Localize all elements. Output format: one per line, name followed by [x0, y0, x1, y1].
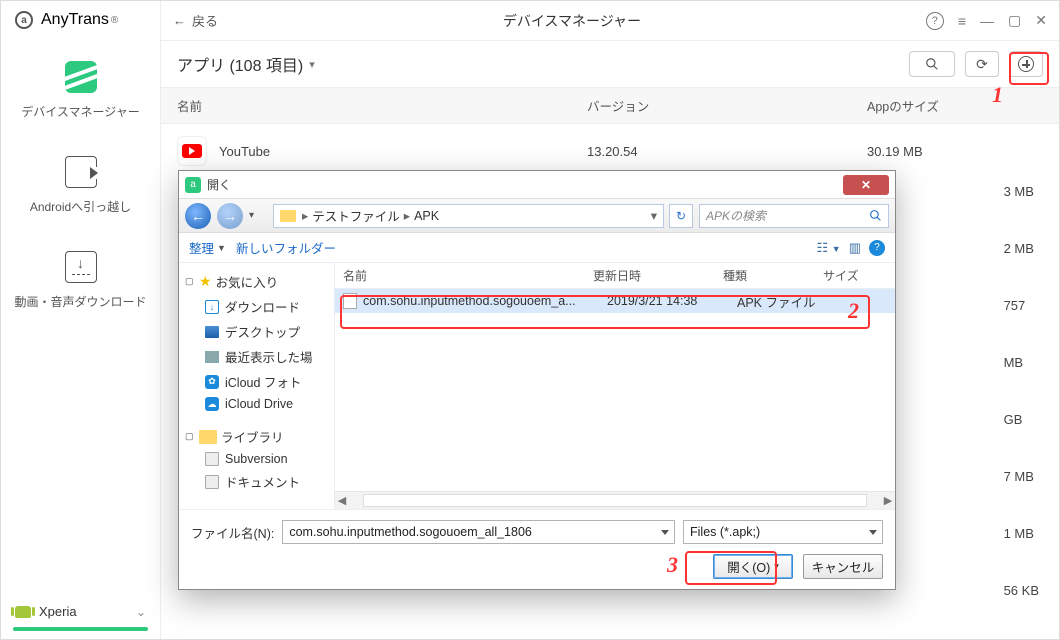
tree-item[interactable]: デスクトップ [183, 319, 330, 344]
add-button[interactable] [1009, 51, 1043, 77]
col-type[interactable]: 種類 [723, 267, 823, 284]
dialog-toolbar: 整理▼ 新しいフォルダー ☷ ▼ ▥ ? [179, 233, 895, 263]
dialog-app-icon: a [185, 177, 201, 193]
device-manager-icon [65, 61, 97, 93]
sidebar-item-android-migration[interactable]: Androidへ引っ越し [1, 134, 160, 229]
new-folder-button[interactable]: 新しいフォルダー [236, 238, 336, 257]
refresh-button[interactable]: ⟳ [965, 51, 999, 77]
cancel-button[interactable]: キャンセル [803, 554, 883, 579]
col-name[interactable]: 名前 [343, 267, 593, 284]
horizontal-scrollbar[interactable]: ◀▶ [335, 491, 895, 509]
app-version-cell: 13.20.54 [587, 144, 867, 159]
plus-circle-icon [1018, 56, 1034, 72]
search-button[interactable] [909, 51, 955, 77]
breadcrumb[interactable]: ▸ テストファイル ▸ APK ▾ [273, 204, 664, 228]
dialog-nav-bar: ← → ▾ ▸ テストファイル ▸ APK ▾ ↻ APKの検索 [179, 199, 895, 233]
page-title: デバイスマネージャー [218, 11, 926, 31]
back-arrow-icon: ← [173, 13, 186, 28]
help-icon[interactable]: ? [926, 12, 944, 30]
search-icon [925, 57, 939, 71]
dialog-footer: ファイル名(N): com.sohu.inputmethod.sogouoem_… [179, 509, 895, 589]
tree-favorites[interactable]: ▢★お気に入り [183, 269, 330, 294]
obscured-sizes: 3 MB 2 MB 757 MB GB 7 MB 1 MB 56 KB [1004, 184, 1039, 598]
column-headers: 名前 バージョン Appのサイズ [161, 87, 1059, 124]
filename-label: ファイル名(N): [191, 523, 274, 542]
app-brand: a AnyTrans® [1, 1, 160, 39]
folder-icon [280, 210, 296, 222]
star-icon: ★ [199, 273, 212, 290]
file-date-cell: 2019/3/21 14:38 [607, 294, 737, 308]
tree-item[interactable]: ✿iCloud フォト [183, 369, 330, 394]
dialog-title: 開く [207, 176, 231, 193]
close-icon[interactable]: ✕ [1035, 12, 1047, 29]
open-file-dialog: a 開く ✕ ← → ▾ ▸ テストファイル ▸ APK ▾ ↻ APKの検索 … [178, 170, 896, 590]
view-options-button[interactable]: ☷ ▼ [817, 240, 841, 256]
file-list-pane: 名前 更新日時 種類 サイズ com.sohu.inputmethod.sogo… [335, 263, 895, 509]
refresh-icon: ⟳ [976, 56, 988, 73]
search-icon [869, 209, 882, 222]
col-size[interactable]: サイズ [823, 267, 887, 284]
sidebar: a AnyTrans® デバイスマネージャー Androidへ引っ越し 動画・音… [1, 1, 161, 639]
app-size-cell: 30.19 MB [867, 144, 1043, 159]
nav-history-dropdown[interactable]: ▾ [249, 210, 263, 221]
file-icon [343, 293, 357, 309]
minimize-icon[interactable]: — [980, 13, 994, 29]
folder-tree: ▢★お気に入り ↓ダウンロード デスクトップ 最近表示した場 ✿iCloud フ… [179, 263, 335, 509]
open-button[interactable]: 開く(O)▾ [713, 554, 793, 579]
download-icon: ↓ [205, 300, 219, 314]
back-button[interactable]: ← 戻る [173, 11, 218, 30]
file-row-selected[interactable]: com.sohu.inputmethod.sogouoem_a... 2019/… [335, 289, 895, 313]
category-title[interactable]: アプリ (108 項目) [177, 52, 303, 76]
subversion-icon [205, 452, 219, 466]
dialog-search-input[interactable]: APKの検索 [699, 204, 889, 228]
help-icon[interactable]: ? [869, 240, 885, 256]
tree-library[interactable]: ▢ライブラリ [183, 424, 330, 449]
tree-item[interactable]: ☁iCloud Drive [183, 394, 330, 414]
device-progress-bar [13, 627, 148, 631]
migration-icon [65, 156, 97, 188]
recent-icon [205, 351, 219, 363]
android-icon [15, 606, 31, 618]
chevron-down-icon[interactable]: ▾ [309, 58, 315, 71]
icloud-photo-icon: ✿ [205, 375, 219, 389]
preview-pane-button[interactable]: ▥ [849, 240, 861, 256]
filename-combo[interactable]: com.sohu.inputmethod.sogouoem_all_1806 [282, 520, 675, 544]
chevron-down-icon[interactable]: ▾ [651, 208, 657, 223]
app-name: AnyTrans [41, 11, 109, 29]
top-bar: ← 戻る デバイスマネージャー ? ≡ — ▢ ✕ [161, 1, 1059, 41]
file-list-headers: 名前 更新日時 種類 サイズ [335, 263, 895, 289]
maximize-icon[interactable]: ▢ [1008, 12, 1021, 29]
documents-icon [205, 475, 219, 489]
tree-item[interactable]: 最近表示した場 [183, 344, 330, 369]
filetype-filter-combo[interactable]: Files (*.apk;) [683, 520, 883, 544]
dialog-titlebar[interactable]: a 開く ✕ [179, 171, 895, 199]
organize-menu[interactable]: 整理▼ [189, 238, 226, 257]
col-date[interactable]: 更新日時 [593, 267, 723, 284]
menu-icon[interactable]: ≡ [958, 13, 966, 29]
nav-back-button[interactable]: ← [185, 203, 211, 229]
tree-item[interactable]: Subversion [183, 449, 330, 469]
col-name[interactable]: 名前 [177, 96, 587, 115]
tree-item[interactable]: ドキュメント [183, 469, 330, 494]
download-icon [65, 251, 97, 283]
sub-header: アプリ (108 項目) ▾ ⟳ [161, 41, 1059, 87]
library-icon [199, 430, 217, 444]
chevron-down-icon: ⌄ [136, 605, 146, 619]
nav-forward-button[interactable]: → [217, 203, 243, 229]
icloud-drive-icon: ☁ [205, 397, 219, 411]
sidebar-item-media-download[interactable]: 動画・音声ダウンロード [1, 229, 160, 324]
app-name-cell: YouTube [219, 144, 270, 159]
sidebar-item-device-manager[interactable]: デバイスマネージャー [1, 39, 160, 134]
desktop-icon [205, 326, 219, 338]
tree-item[interactable]: ↓ダウンロード [183, 294, 330, 319]
youtube-icon [177, 136, 207, 166]
dialog-close-button[interactable]: ✕ [843, 175, 889, 195]
file-name-cell: com.sohu.inputmethod.sogouoem_a... [363, 294, 607, 308]
col-size[interactable]: Appのサイズ [867, 96, 1043, 115]
device-selector[interactable]: Xperia ⌄ [1, 595, 160, 623]
file-type-cell: APK ファイル [737, 292, 837, 311]
col-version[interactable]: バージョン [587, 96, 867, 115]
nav-refresh-button[interactable]: ↻ [669, 204, 693, 228]
app-logo-icon: a [15, 11, 33, 29]
